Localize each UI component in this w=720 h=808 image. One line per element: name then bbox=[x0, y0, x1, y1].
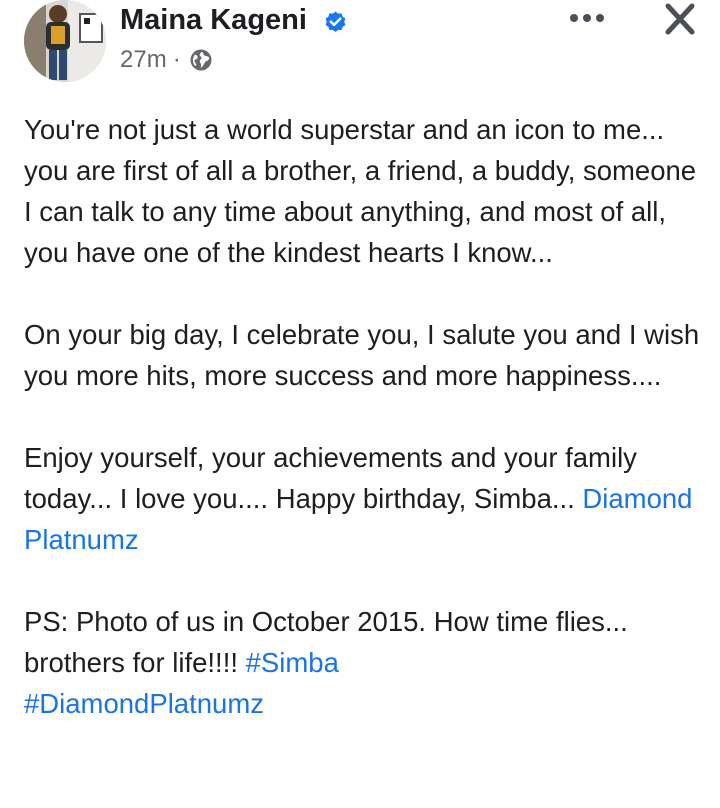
post-paragraph: Enjoy yourself, your achievements and yo… bbox=[24, 437, 704, 560]
author-name[interactable]: Maina Kageni bbox=[120, 4, 307, 37]
post-header: Maina Kageni 27m · bbox=[0, 0, 720, 100]
author-avatar[interactable] bbox=[24, 0, 106, 82]
post-body: You're not just a world superstar and an… bbox=[24, 109, 704, 724]
more-options-icon bbox=[570, 14, 604, 22]
close-button[interactable] bbox=[660, 0, 700, 40]
globe-icon[interactable] bbox=[189, 48, 213, 72]
verified-badge-icon bbox=[323, 9, 348, 34]
post-time[interactable]: 27m bbox=[120, 46, 167, 74]
post-paragraph: PS: Photo of us in October 2015. How tim… bbox=[24, 601, 704, 724]
close-icon bbox=[665, 3, 695, 35]
paragraph-text: Enjoy yourself, your achievements and yo… bbox=[24, 442, 637, 514]
post-paragraph: You're not just a world superstar and an… bbox=[24, 109, 704, 273]
hashtag-link[interactable]: #Simba bbox=[246, 647, 339, 678]
meta-separator: · bbox=[172, 46, 181, 73]
post-paragraph: On your big day, I celebrate you, I salu… bbox=[24, 314, 704, 396]
paragraph-text: On your big day, I celebrate you, I salu… bbox=[24, 319, 700, 391]
more-options-button[interactable] bbox=[566, 4, 608, 30]
hashtag-link[interactable]: #DiamondPlatnumz bbox=[24, 688, 264, 719]
paragraph-text: You're not just a world superstar and an… bbox=[24, 114, 697, 268]
post-meta: 27m · bbox=[120, 46, 213, 74]
